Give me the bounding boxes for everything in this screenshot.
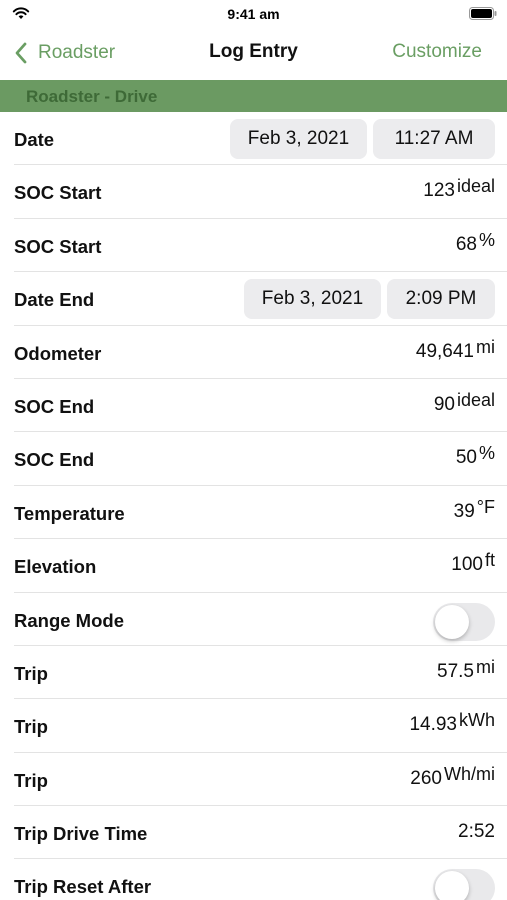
value-number: 2:52: [458, 821, 495, 843]
row-soc-end-ideal[interactable]: SOC End 90 ideal: [0, 379, 507, 433]
status-bar: 9:41 am: [0, 0, 507, 28]
row-soc-start-ideal[interactable]: SOC Start 123 ideal: [0, 165, 507, 220]
row-label: SOC Start: [14, 235, 102, 257]
row-label: Date End: [14, 289, 95, 311]
value-unit: kWh: [459, 710, 495, 731]
value-number: 100: [451, 554, 483, 576]
value-unit: ideal: [456, 389, 495, 410]
value-number: 57.5: [437, 660, 474, 682]
row-value[interactable]: 100 ft: [451, 550, 495, 576]
row-soc-start-percent[interactable]: SOC Start 68 %: [0, 219, 507, 273]
range-mode-toggle[interactable]: [433, 602, 495, 641]
date-end-picker-button[interactable]: Feb 3, 2021: [244, 279, 381, 320]
row-label: Date: [14, 129, 55, 150]
value-unit: Wh/mi: [444, 763, 495, 784]
time-end-picker-button[interactable]: 2:09 PM: [387, 279, 495, 320]
row-label: SOC End: [14, 395, 95, 417]
row-elevation[interactable]: Elevation 100 ft: [0, 539, 507, 593]
row-date: Date Feb 3, 2021 11:27 AM: [0, 112, 507, 166]
row-label: Trip Drive Time: [14, 823, 148, 845]
section-header: Roadster - Drive: [0, 80, 507, 112]
row-value[interactable]: 260 Wh/mi: [410, 764, 495, 790]
row-trip-energy[interactable]: Trip 14.93 kWh: [0, 699, 507, 754]
value-unit: ideal: [456, 176, 495, 197]
value-unit: mi: [476, 336, 495, 357]
value-unit: %: [478, 443, 495, 464]
status-time: 9:41 am: [227, 6, 280, 22]
row-value[interactable]: 14.93 kWh: [409, 710, 495, 736]
row-trip-drive-time[interactable]: Trip Drive Time 2:52: [0, 806, 507, 860]
customize-button[interactable]: Customize: [392, 41, 482, 63]
row-trip-distance[interactable]: Trip 57.5 mi: [0, 646, 507, 700]
value-number: 68: [455, 233, 477, 255]
row-label: SOC Start: [14, 182, 102, 204]
row-value[interactable]: 39 °F: [453, 497, 495, 523]
row-label: Range Mode: [14, 609, 124, 631]
nav-bar: Roadster Log Entry Customize: [0, 28, 507, 78]
row-soc-end-percent[interactable]: SOC End 50 %: [0, 432, 507, 487]
value-number: 90: [433, 393, 455, 415]
log-entry-list: Date Feb 3, 2021 11:27 AM SOC Start 123 …: [0, 112, 507, 900]
value-unit: mi: [476, 656, 495, 677]
row-date-end: Date End Feb 3, 2021 2:09 PM: [0, 272, 507, 326]
row-value[interactable]: 2:52: [458, 821, 495, 843]
row-temperature[interactable]: Temperature 39 °F: [0, 486, 507, 540]
trip-reset-after-toggle[interactable]: [433, 869, 495, 900]
row-label: Trip Reset After: [14, 876, 152, 898]
section-header-label: Roadster - Drive: [26, 87, 158, 106]
toggle-knob: [435, 604, 469, 639]
value-number: 49,641: [415, 340, 474, 362]
row-trip-efficiency[interactable]: Trip 260 Wh/mi: [0, 753, 507, 807]
row-trip-reset-after: Trip Reset After: [0, 859, 507, 900]
row-value[interactable]: 57.5 mi: [437, 657, 495, 683]
time-picker-button[interactable]: 11:27 AM: [373, 119, 495, 159]
row-label: Trip: [14, 769, 48, 791]
date-picker-button[interactable]: Feb 3, 2021: [230, 119, 367, 159]
row-label: Trip: [14, 716, 48, 738]
row-value[interactable]: 50 %: [455, 443, 495, 469]
value-unit: ft: [484, 550, 495, 571]
value-number: 123: [423, 180, 455, 202]
toggle-knob: [435, 871, 469, 900]
row-label: Trip: [14, 662, 48, 684]
value-number: 260: [410, 767, 442, 789]
row-range-mode: Range Mode: [0, 593, 507, 647]
row-value[interactable]: 123 ideal: [423, 176, 495, 202]
row-label: Temperature: [14, 502, 125, 524]
value-number: 39: [453, 500, 475, 522]
battery-icon: [469, 7, 497, 20]
row-value[interactable]: 49,641 mi: [415, 337, 495, 363]
row-label: Elevation: [14, 556, 97, 578]
value-number: 50: [455, 447, 477, 469]
value-number: 14.93: [409, 714, 457, 736]
value-unit: %: [478, 229, 495, 250]
row-odometer[interactable]: Odometer 49,641 mi: [0, 326, 507, 380]
row-label: Odometer: [14, 342, 102, 364]
row-label: SOC End: [14, 449, 95, 471]
row-value[interactable]: 68 %: [455, 230, 495, 256]
row-value[interactable]: 90 ideal: [433, 390, 495, 416]
value-unit: °F: [476, 496, 495, 517]
